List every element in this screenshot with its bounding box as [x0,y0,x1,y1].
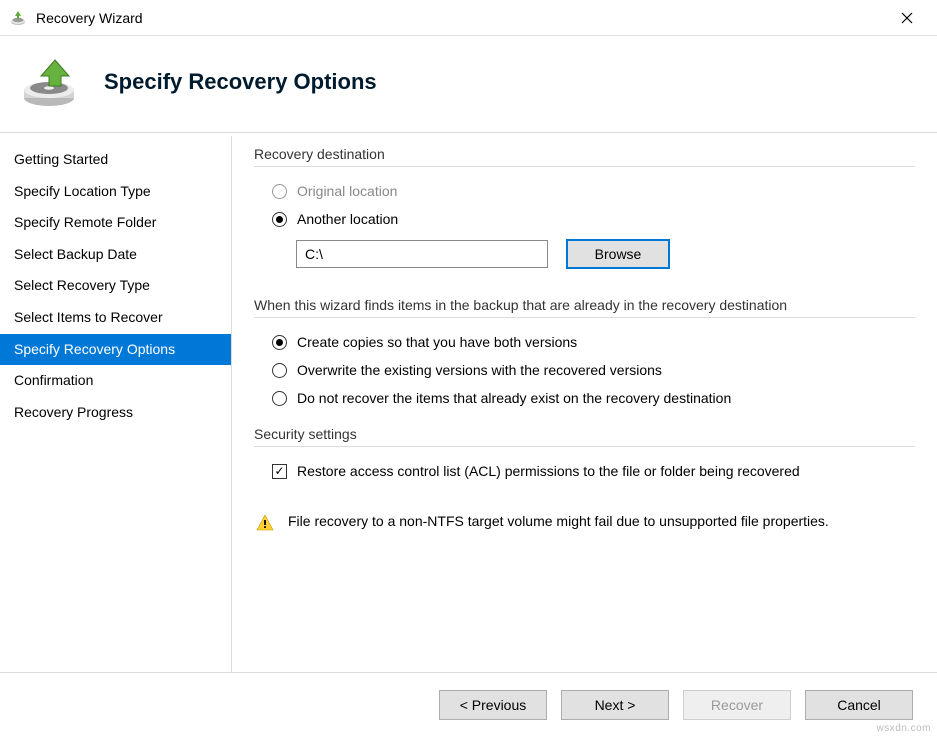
watermark: wsxdn.com [876,723,931,734]
radio-icon [272,391,287,406]
section-label: When this wizard finds items in the back… [254,289,915,315]
sidebar-item-label: Recovery Progress [14,404,133,420]
close-button[interactable] [885,3,929,33]
radio-icon [272,335,287,350]
checkbox-icon: ✓ [272,464,287,479]
recover-button: Recover [683,690,791,720]
sidebar-item-label: Specify Recovery Options [14,341,175,357]
wizard-footer: < Previous Next > Recover Cancel [0,672,937,736]
sidebar-item-items-to-recover[interactable]: Select Items to Recover [0,302,231,334]
radio-label: Another location [297,211,398,227]
sidebar-item-label: Confirmation [14,372,93,388]
sidebar-item-recovery-type[interactable]: Select Recovery Type [0,270,231,302]
sidebar-item-label: Specify Remote Folder [14,214,156,230]
browse-button[interactable]: Browse [566,239,670,269]
wizard-steps-sidebar: Getting Started Specify Location Type Sp… [0,136,232,672]
radio-create-copies[interactable]: Create copies so that you have both vers… [254,328,915,356]
titlebar: Recovery Wizard [0,0,937,36]
radio-label: Create copies so that you have both vers… [297,334,577,350]
conflict-handling-group: When this wizard finds items in the back… [254,289,915,412]
wizard-header: Specify Recovery Options [0,36,937,133]
group-label: Security settings [254,426,915,442]
recovery-destination-group: Recovery destination Original location A… [254,146,915,275]
sidebar-item-recovery-options[interactable]: Specify Recovery Options [0,334,231,366]
radio-original-location: Original location [254,177,915,205]
sidebar-item-recovery-progress[interactable]: Recovery Progress [0,397,231,429]
sidebar-item-label: Select Items to Recover [14,309,163,325]
checkbox-label: Restore access control list (ACL) permis… [297,463,800,479]
radio-label: Do not recover the items that already ex… [297,390,731,406]
app-icon [8,8,28,28]
sidebar-item-backup-date[interactable]: Select Backup Date [0,239,231,271]
radio-icon [272,363,287,378]
destination-path-input[interactable] [296,240,548,268]
wizard-content: Recovery destination Original location A… [232,136,937,672]
sidebar-item-label: Select Backup Date [14,246,137,262]
group-label: Recovery destination [254,146,915,162]
divider [254,446,915,447]
sidebar-item-label: Specify Location Type [14,183,151,199]
checkbox-restore-acl[interactable]: ✓ Restore access control list (ACL) perm… [254,457,915,485]
page-title: Specify Recovery Options [104,69,377,95]
sidebar-item-getting-started[interactable]: Getting Started [0,144,231,176]
warning-text: File recovery to a non-NTFS target volum… [288,513,829,529]
radio-label: Overwrite the existing versions with the… [297,362,662,378]
warning-icon [256,514,274,532]
sidebar-item-location-type[interactable]: Specify Location Type [0,176,231,208]
radio-icon [272,184,287,199]
sidebar-item-remote-folder[interactable]: Specify Remote Folder [0,207,231,239]
radio-icon [272,212,287,227]
window-title: Recovery Wizard [36,10,885,26]
previous-button[interactable]: < Previous [439,690,547,720]
divider [254,317,915,318]
radio-another-location[interactable]: Another location [254,205,915,233]
divider [254,166,915,167]
next-button[interactable]: Next > [561,690,669,720]
cancel-button[interactable]: Cancel [805,690,913,720]
warning-message: File recovery to a non-NTFS target volum… [254,499,915,538]
destination-path-row: Browse [254,233,915,275]
radio-overwrite[interactable]: Overwrite the existing versions with the… [254,356,915,384]
security-settings-group: Security settings ✓ Restore access contr… [254,426,915,485]
radio-skip-existing[interactable]: Do not recover the items that already ex… [254,384,915,412]
sidebar-item-label: Getting Started [14,151,108,167]
recovery-icon [18,54,80,110]
wizard-body: Getting Started Specify Location Type Sp… [0,136,937,672]
radio-label: Original location [297,183,397,199]
sidebar-item-confirmation[interactable]: Confirmation [0,365,231,397]
sidebar-item-label: Select Recovery Type [14,277,150,293]
